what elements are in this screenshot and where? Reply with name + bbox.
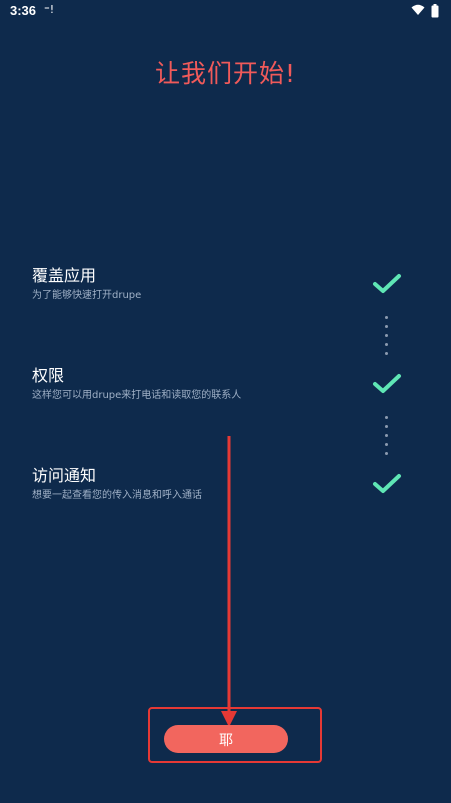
- step-description: 想要一起查看您的传入消息和呼入通话: [32, 490, 202, 501]
- step-description: 这样您可以用drupe来打电话和读取您的联系人: [32, 390, 242, 401]
- wifi-icon: [411, 4, 425, 15]
- step-description: 为了能够快速打开drupe: [32, 290, 142, 301]
- checkmark-icon: [373, 274, 401, 293]
- checkmark-icon: [373, 474, 401, 493]
- step-title: 访问通知: [32, 466, 97, 485]
- checkmark-icon: [373, 374, 401, 393]
- step-permissions: 权限 这样您可以用drupe来打电话和读取您的联系人: [32, 366, 352, 402]
- step-title: 权限: [32, 366, 65, 385]
- step-connector: [384, 316, 390, 358]
- notification-icon: ⁼!: [44, 3, 55, 16]
- step-overlay-apps: 覆盖应用 为了能够快速打开drupe: [32, 266, 352, 302]
- status-time: 3:36: [10, 3, 37, 18]
- step-notification-access: 访问通知 想要一起查看您的传入消息和呼入通话: [32, 466, 352, 502]
- page-title: 让我们开始!: [154, 59, 297, 88]
- battery-icon: [431, 4, 439, 18]
- yay-button[interactable]: 耶: [164, 725, 288, 753]
- step-connector: [384, 416, 390, 458]
- step-title: 覆盖应用: [32, 266, 97, 285]
- status-bar: 3:36 ⁼!: [0, 0, 451, 24]
